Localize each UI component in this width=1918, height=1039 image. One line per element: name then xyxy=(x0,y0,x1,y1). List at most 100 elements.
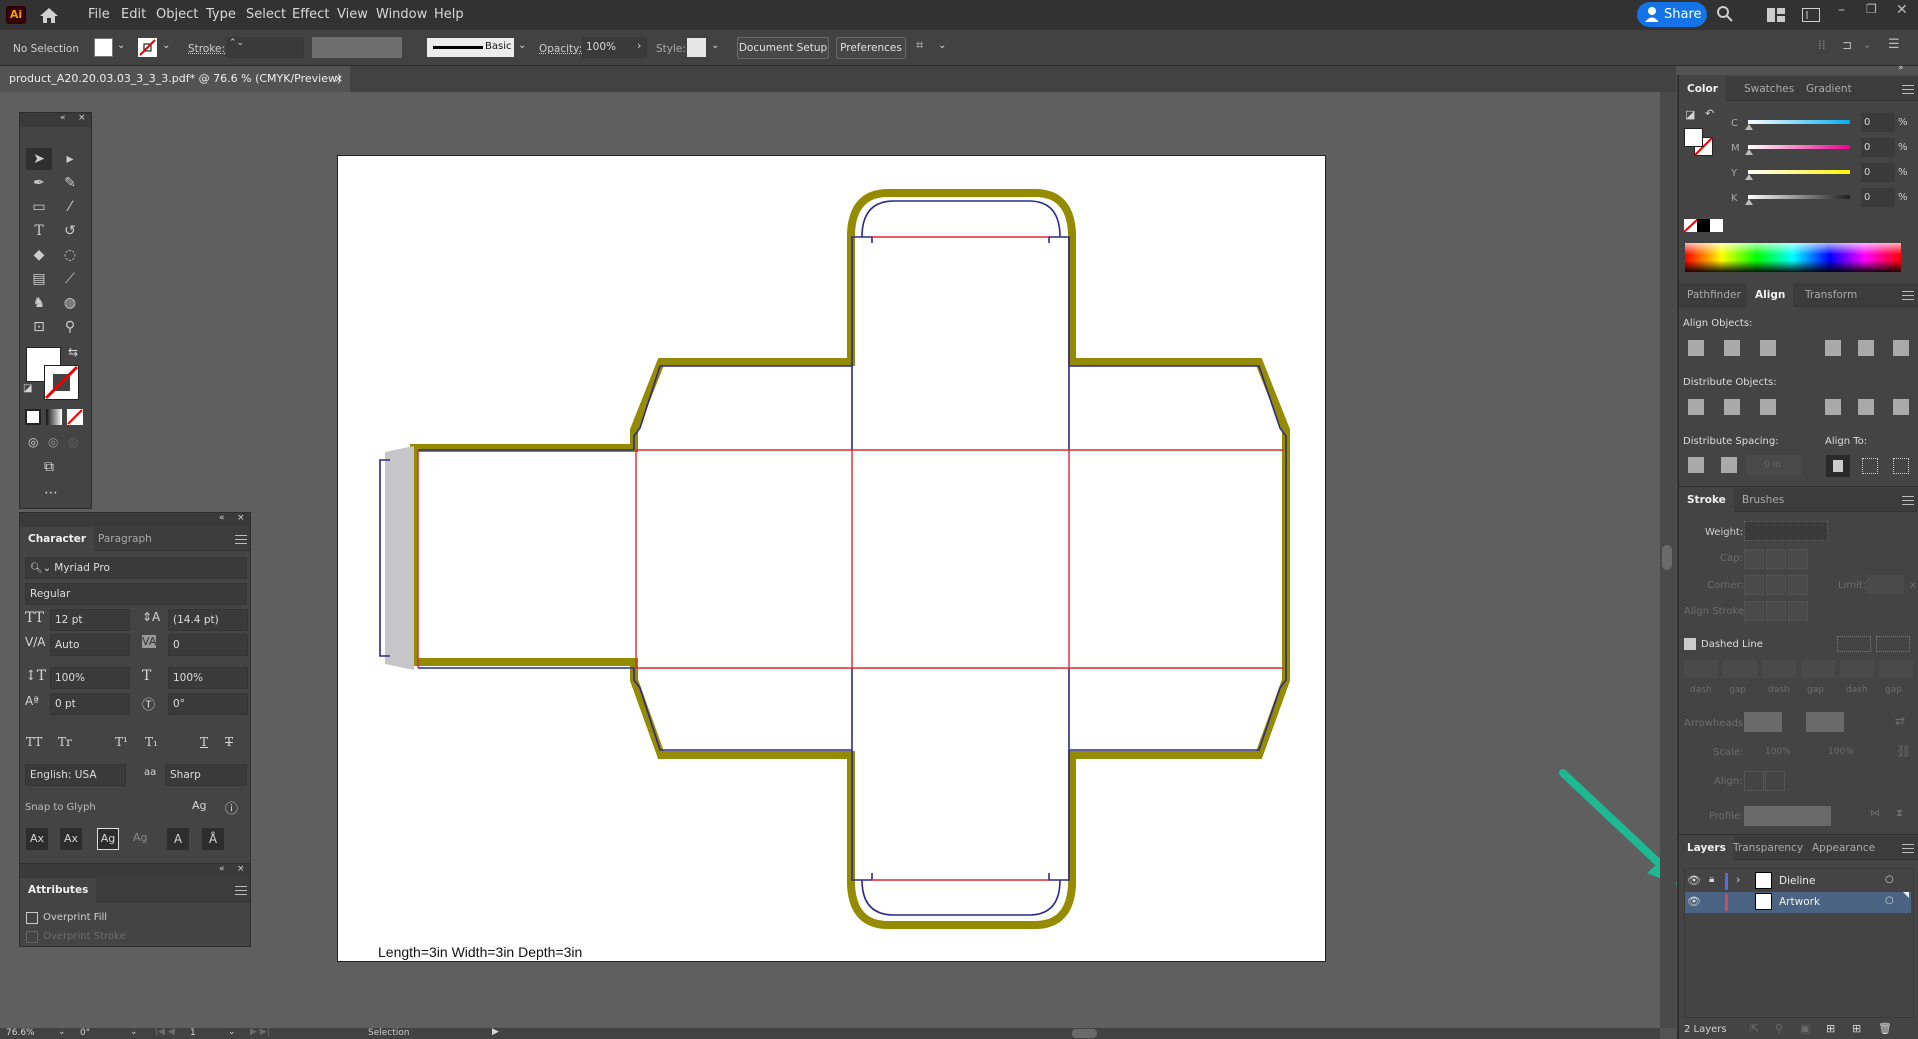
layer-name[interactable]: Artwork xyxy=(1779,896,1820,908)
clipping-mask-icon[interactable]: ▣ xyxy=(1800,1022,1810,1035)
transform-object-icon[interactable]: ⌗ xyxy=(916,38,923,53)
edit-toolbar-icon[interactable]: ⋯ xyxy=(44,485,58,501)
tab-transform[interactable]: Transform xyxy=(1797,283,1865,307)
lasso-tool-icon[interactable]: ◌ xyxy=(60,245,80,265)
channel-slider-track[interactable] xyxy=(1748,195,1850,199)
fill-dropdown-icon[interactable]: ⌄ xyxy=(117,40,125,51)
bevel-join-icon[interactable] xyxy=(1788,575,1808,595)
channel-slider-track[interactable] xyxy=(1748,145,1850,149)
menu-view[interactable]: View xyxy=(337,7,368,22)
shape-builder-tool-icon[interactable]: ◍ xyxy=(60,293,80,313)
collapse-attributes-icon[interactable]: « xyxy=(219,864,225,874)
round-join-icon[interactable] xyxy=(1766,575,1786,595)
distribute-vertical-space-icon[interactable] xyxy=(1688,457,1704,473)
tab-pathfinder[interactable]: Pathfinder xyxy=(1679,283,1749,307)
vertical-scroll-thumb[interactable] xyxy=(1662,545,1672,570)
menu-window[interactable]: Window xyxy=(376,7,427,22)
tab-paragraph[interactable]: Paragraph xyxy=(90,527,160,551)
document-setup-button[interactable]: Document Setup xyxy=(737,37,829,59)
black-swatch[interactable] xyxy=(1697,219,1710,232)
style-dropdown-icon[interactable]: ⌄ xyxy=(711,40,719,51)
align-to-artboard-button[interactable] xyxy=(1826,455,1850,477)
lock-icon[interactable]: 🔒︎ xyxy=(1709,874,1714,885)
snap-anchor-button[interactable]: Å xyxy=(202,828,224,850)
stroke-menu-icon[interactable] xyxy=(1902,496,1914,505)
rotation-value[interactable]: 0° xyxy=(80,1028,90,1039)
stroke-swatch[interactable] xyxy=(138,38,157,57)
channel-value-field[interactable]: 0 xyxy=(1861,113,1895,132)
paintbrush-tool-icon[interactable]: ⁄ xyxy=(60,197,80,217)
tab-stroke[interactable]: Stroke xyxy=(1679,488,1734,512)
collect-for-export-icon[interactable]: ⇱ xyxy=(1750,1022,1759,1035)
status-menu-icon[interactable]: ▶ xyxy=(492,1027,499,1037)
gradient-tool-icon[interactable]: ▤ xyxy=(29,269,49,289)
none-swatch[interactable] xyxy=(1684,219,1698,232)
flip-along-icon[interactable]: ⋈ xyxy=(1870,808,1880,819)
spacing-field[interactable]: 0 in xyxy=(1746,455,1801,475)
channel-slider-handle[interactable] xyxy=(1745,174,1753,180)
eyedropper-tool-icon[interactable]: ⟋ xyxy=(60,269,80,289)
snap-proximity-button[interactable]: Ag xyxy=(133,831,148,844)
arrow-tip-extend-icon[interactable] xyxy=(1744,771,1764,791)
font-size-field[interactable]: 12 pt xyxy=(50,609,130,631)
artboard[interactable] xyxy=(337,155,1326,962)
opacity-expand-icon[interactable]: › xyxy=(637,39,641,52)
tracking-field[interactable]: 0 xyxy=(168,634,248,656)
underline-button[interactable]: T xyxy=(200,735,208,749)
dash-preserve-icon[interactable] xyxy=(1837,636,1871,652)
baseline-shift-field[interactable]: 0 pt xyxy=(50,693,130,715)
snap-x-height-button[interactable]: Ax xyxy=(60,828,82,850)
superscript-button[interactable]: T¹ xyxy=(115,735,128,749)
align-right-icon[interactable] xyxy=(1760,340,1776,356)
limit-field[interactable] xyxy=(1866,575,1904,594)
restore-icon[interactable]: ❐ xyxy=(1866,2,1877,16)
snap-glyph-bounds-button[interactable]: Ag xyxy=(97,828,119,850)
channel-slider-track[interactable] xyxy=(1748,120,1850,124)
align-bottom-icon[interactable] xyxy=(1893,340,1909,356)
tab-color[interactable]: Color xyxy=(1679,77,1726,101)
link-scale-icon[interactable]: ⛓ xyxy=(1896,744,1911,758)
character-rotation-field[interactable]: 0° xyxy=(168,693,248,715)
close-tab-icon[interactable]: × xyxy=(334,66,343,92)
rotation-dropdown-icon[interactable]: ⌄ xyxy=(130,1027,138,1037)
expand-chevron-icon[interactable]: › xyxy=(1736,873,1740,886)
delete-layer-icon[interactable]: 🗑︎ xyxy=(1878,1022,1892,1035)
miter-join-icon[interactable] xyxy=(1744,575,1764,595)
preferences-button[interactable]: Preferences xyxy=(836,37,906,59)
character-menu-icon[interactable] xyxy=(235,535,247,544)
menu-edit[interactable]: Edit xyxy=(121,7,146,22)
menu-help[interactable]: Help xyxy=(434,7,464,22)
last-artboard-icon[interactable]: ▶ ▶| xyxy=(250,1027,270,1037)
tab-align[interactable]: Align xyxy=(1747,283,1794,307)
fill-swatch[interactable] xyxy=(94,38,113,57)
distribute-horizontal-center-icon[interactable] xyxy=(1858,399,1874,415)
horizontal-scale-field[interactable]: 100% xyxy=(168,667,248,689)
dash-gap-field[interactable] xyxy=(1840,660,1874,678)
dash-gap-field[interactable] xyxy=(1801,660,1835,678)
stroke-color-box[interactable] xyxy=(44,365,79,400)
subscript-button[interactable]: T₁ xyxy=(145,735,158,749)
align-stroke-outside-icon[interactable] xyxy=(1788,601,1808,621)
selection-tool-icon[interactable]: ➤ xyxy=(29,149,49,169)
channel-slider-track[interactable] xyxy=(1748,170,1850,174)
butt-cap-icon[interactable] xyxy=(1744,549,1764,569)
flip-across-icon[interactable]: ⧗ xyxy=(1896,808,1903,819)
menu-file[interactable]: File xyxy=(88,7,110,22)
swap-fill-stroke-icon[interactable]: ↶ xyxy=(1705,107,1714,120)
font-style-field[interactable]: Regular xyxy=(25,583,247,605)
visibility-eye-icon[interactable]: 👁︎ xyxy=(1687,874,1701,887)
distribute-vertical-center-icon[interactable] xyxy=(1724,399,1740,415)
align-left-icon[interactable] xyxy=(1688,340,1704,356)
brush-definition[interactable]: Basic xyxy=(427,38,514,57)
white-swatch[interactable] xyxy=(1710,219,1723,232)
align-grid-icon[interactable]: ⁞⁞ xyxy=(1818,38,1826,52)
channel-slider-handle[interactable] xyxy=(1745,124,1753,130)
strikethrough-button[interactable]: T xyxy=(225,735,233,749)
rectangle-tool-icon[interactable]: ▭ xyxy=(29,197,49,217)
anti-alias-dropdown[interactable]: Sharp xyxy=(165,764,247,786)
distribute-bottom-icon[interactable] xyxy=(1760,399,1776,415)
panel-layout-icon[interactable] xyxy=(1802,8,1820,22)
transform-dropdown-icon[interactable]: ⌄ xyxy=(938,40,946,51)
kerning-field[interactable]: Auto xyxy=(50,634,130,656)
align-stroke-inside-icon[interactable] xyxy=(1766,601,1786,621)
